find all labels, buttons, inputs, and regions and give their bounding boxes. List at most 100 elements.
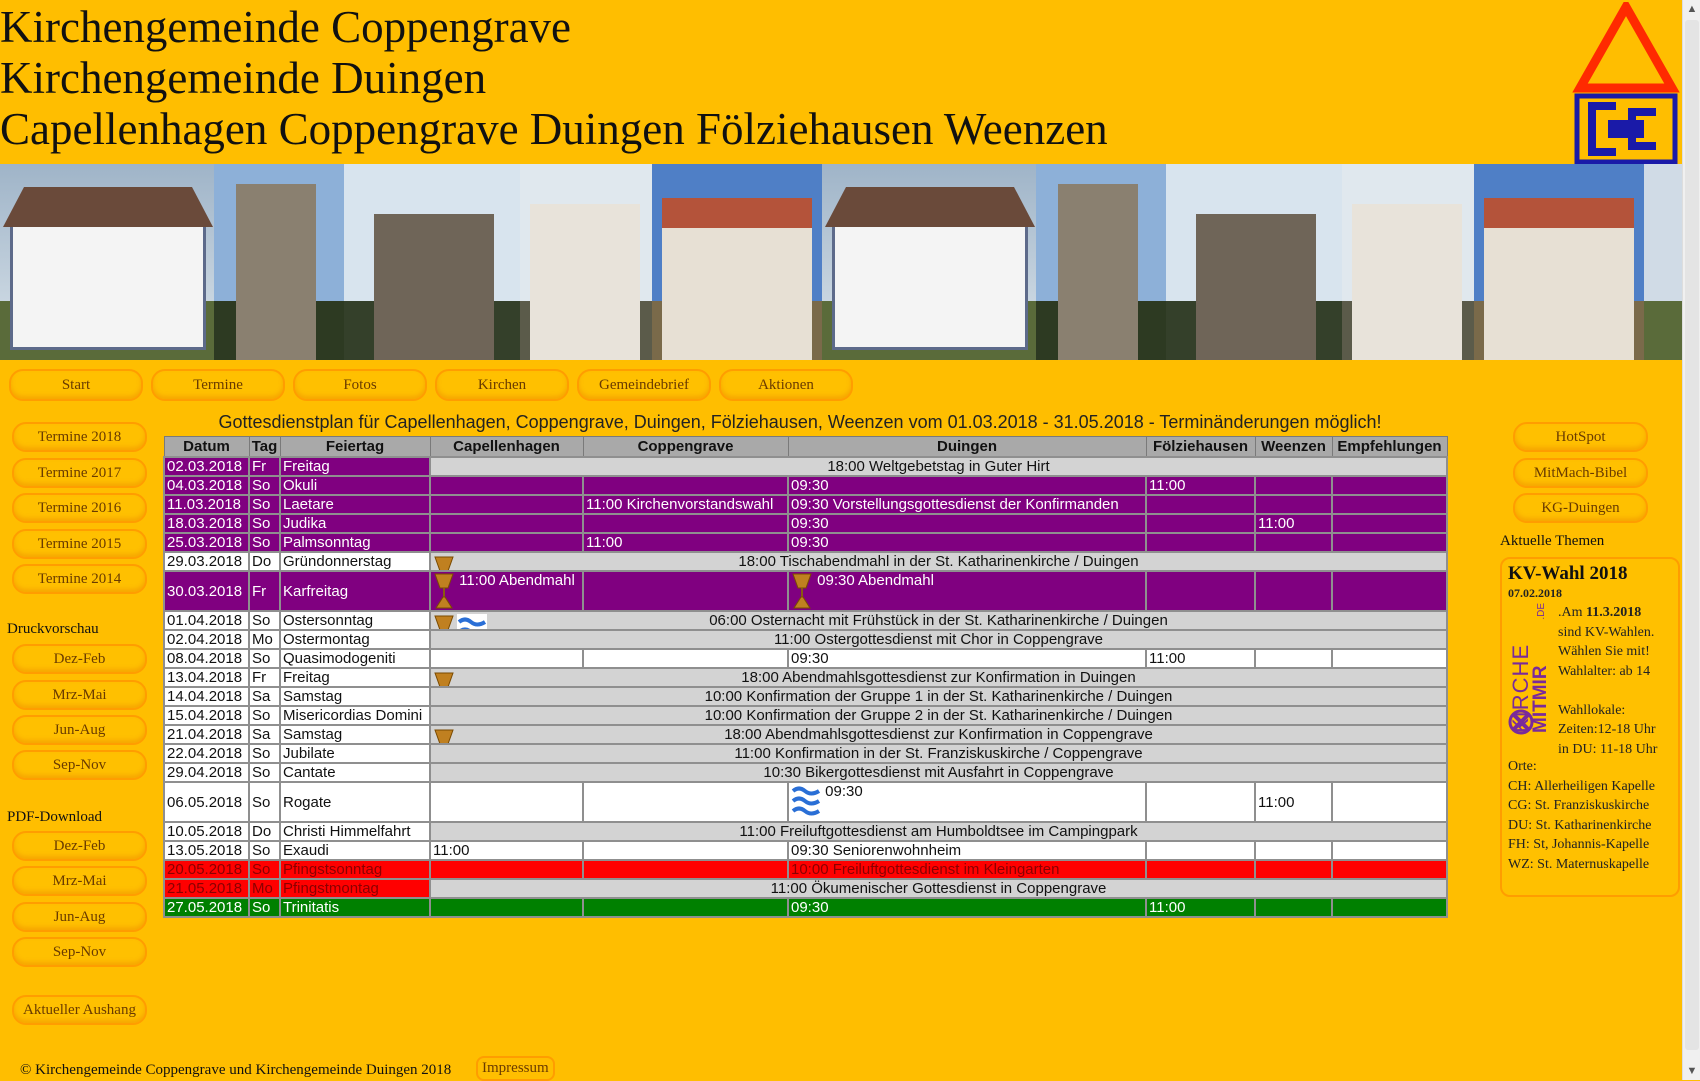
nav-gemeindebrief[interactable]: Gemeindebrief [577, 369, 711, 401]
weenzen-cell [1254, 570, 1333, 612]
impressum-link[interactable]: Impressum [476, 1056, 555, 1081]
news-line-5: Wahllokale: [1558, 702, 1626, 718]
date-cell: 02.03.2018 [163, 456, 250, 477]
date-cell: 18.03.2018 [163, 513, 250, 534]
holiday-cell: Freitag [279, 456, 431, 477]
termine-2014-button[interactable]: Termine 2014 [12, 564, 147, 594]
date-cell: 21.05.2018 [163, 878, 250, 899]
coppengrave-cell [582, 859, 789, 880]
day-cell: So [248, 610, 281, 631]
col-datum: Datum [163, 436, 250, 458]
copyright-text: © Kirchengemeinde Coppengrave und Kirche… [20, 1062, 452, 1078]
event-text: 18:00 Abendmahlsgottesdienst zur Konfirm… [741, 669, 1136, 686]
kg-duingen-button[interactable]: KG-Duingen [1513, 493, 1648, 523]
news-box: KV-Wahl 2018 07.02.2018 KIRCHE MITMIR .D… [1500, 557, 1680, 897]
druck-dez-feb-button[interactable]: Dez-Feb [12, 644, 147, 674]
scroll-up-icon[interactable]: ▲ [1683, 0, 1700, 18]
weenzen-cell: 11:00 [1254, 513, 1333, 534]
date-cell: 02.04.2018 [163, 629, 250, 650]
chalice-icon [434, 672, 454, 685]
foelziehausen-cell [1145, 513, 1256, 534]
day-cell: Mo [248, 629, 281, 650]
duingen-cell: 09:30 Seniorenwohnheim [787, 840, 1147, 861]
foelziehausen-cell: 11:00 [1145, 648, 1256, 669]
church-photo-partial [1644, 164, 1682, 360]
table-row: 18.03.2018 So Judika 09:30 11:00 [163, 513, 1448, 534]
event-cell: 10:30 Bikergottesdienst mit Ausfahrt in … [429, 762, 1448, 783]
day-cell: So [248, 781, 281, 823]
day-cell: So [248, 762, 281, 783]
vertical-scrollbar[interactable]: ▲ ▼ [1682, 0, 1700, 1080]
event-text: 18:00 Abendmahlsgottesdienst zur Konfirm… [724, 726, 1153, 743]
ort-item: WZ: St. Maternuskapelle [1508, 856, 1650, 872]
weenzen-cell [1254, 859, 1333, 880]
church-photo-capellenhagen [0, 164, 214, 360]
table-row: 22.04.2018 So Jubilate 11:00 Konfirmatio… [163, 743, 1448, 764]
day-cell: So [248, 743, 281, 764]
date-cell: 14.04.2018 [163, 686, 250, 707]
pdf-download-label: PDF-Download [7, 809, 103, 825]
nav-termine[interactable]: Termine [151, 369, 285, 401]
termine-2015-button[interactable]: Termine 2015 [12, 529, 147, 559]
scroll-thumb[interactable] [1685, 20, 1699, 1050]
news-title[interactable]: KV-Wahl 2018 [1508, 563, 1627, 585]
col-duingen: Duingen [787, 436, 1147, 458]
nav-aktionen[interactable]: Aktionen [719, 369, 853, 401]
duingen-cell: 09:30 Vorstellungsgottesdienst der Konfi… [787, 494, 1147, 515]
day-cell: So [248, 859, 281, 880]
duingen-cell: 09:30 [787, 781, 1147, 823]
table-row: 01.04.2018 So Ostersonntag 06:00 Osterna… [163, 610, 1448, 631]
aktueller-aushang-button[interactable]: Aktueller Aushang [12, 995, 147, 1025]
table-row: 13.04.2018 Fr Freitag 18:00 Abendmahlsgo… [163, 667, 1448, 688]
weenzen-cell [1254, 475, 1333, 496]
nav-start[interactable]: Start [9, 369, 143, 401]
table-row: 02.03.2018 Fr Freitag 18:00 Weltgebetsta… [163, 456, 1448, 477]
duingen-cell: 09:30 [787, 532, 1147, 553]
druck-sep-nov-button[interactable]: Sep-Nov [12, 750, 147, 780]
event-cell: 18:00 Tischabendmahl in der St. Katharin… [429, 551, 1448, 572]
chalice-icon [434, 615, 454, 628]
day-cell: Sa [248, 686, 281, 707]
coppengrave-cell [582, 570, 789, 612]
nav-fotos[interactable]: Fotos [293, 369, 427, 401]
weenzen-cell [1254, 532, 1333, 553]
coppengrave-cell [582, 897, 789, 918]
pdf-mrz-mai-button[interactable]: Mrz-Mai [12, 866, 147, 896]
termine-2017-button[interactable]: Termine 2017 [12, 458, 147, 488]
col-capellenhagen: Capellenhagen [429, 436, 584, 458]
church-photo-banner [0, 164, 1682, 360]
capellenhagen-cell [429, 781, 584, 823]
empfehlungen-cell [1331, 570, 1448, 612]
date-cell: 11.03.2018 [163, 494, 250, 515]
col-tag: Tag [248, 436, 281, 458]
event-cell: 18:00 Weltgebetstag in Guter Hirt [429, 456, 1448, 477]
hotspot-button[interactable]: HotSpot [1513, 422, 1648, 452]
scroll-down-icon[interactable]: ▼ [1683, 1062, 1700, 1080]
termine-2018-button[interactable]: Termine 2018 [12, 422, 147, 452]
church-logo-icon[interactable] [1572, 2, 1680, 164]
pdf-sep-nov-button[interactable]: Sep-Nov [12, 937, 147, 967]
weenzen-cell [1254, 897, 1333, 918]
event-cell: 10:00 Konfirmation der Gruppe 2 in der S… [429, 705, 1448, 726]
nav-kirchen[interactable]: Kirchen [435, 369, 569, 401]
table-row: 21.05.2018 Mo Pfingstmontag 11:00 Ökumen… [163, 878, 1448, 899]
coppengrave-cell [582, 840, 789, 861]
date-cell: 06.05.2018 [163, 781, 250, 823]
druck-mrz-mai-button[interactable]: Mrz-Mai [12, 680, 147, 710]
col-empfehlungen: Empfehlungen [1331, 436, 1448, 458]
holiday-cell: Gründonnerstag [279, 551, 431, 572]
event-text: 18:00 Tischabendmahl in der St. Katharin… [738, 553, 1139, 570]
termine-2016-button[interactable]: Termine 2016 [12, 493, 147, 523]
empfehlungen-cell [1331, 840, 1448, 861]
chalice-icon [434, 729, 454, 742]
holiday-cell: Pfingstsonntag [279, 859, 431, 880]
schedule-table: Datum Tag Feiertag Capellenhagen Coppeng… [163, 436, 1448, 918]
pdf-jun-aug-button[interactable]: Jun-Aug [12, 902, 147, 932]
pdf-dez-feb-button[interactable]: Dez-Feb [12, 831, 147, 861]
table-row: 04.03.2018 So Okuli 09:30 11:00 [163, 475, 1448, 496]
day-cell: So [248, 532, 281, 553]
mitmach-bibel-button[interactable]: MitMach-Bibel [1513, 458, 1648, 488]
capellenhagen-cell [429, 475, 584, 496]
chalice-icon [434, 556, 454, 569]
druck-jun-aug-button[interactable]: Jun-Aug [12, 715, 147, 745]
